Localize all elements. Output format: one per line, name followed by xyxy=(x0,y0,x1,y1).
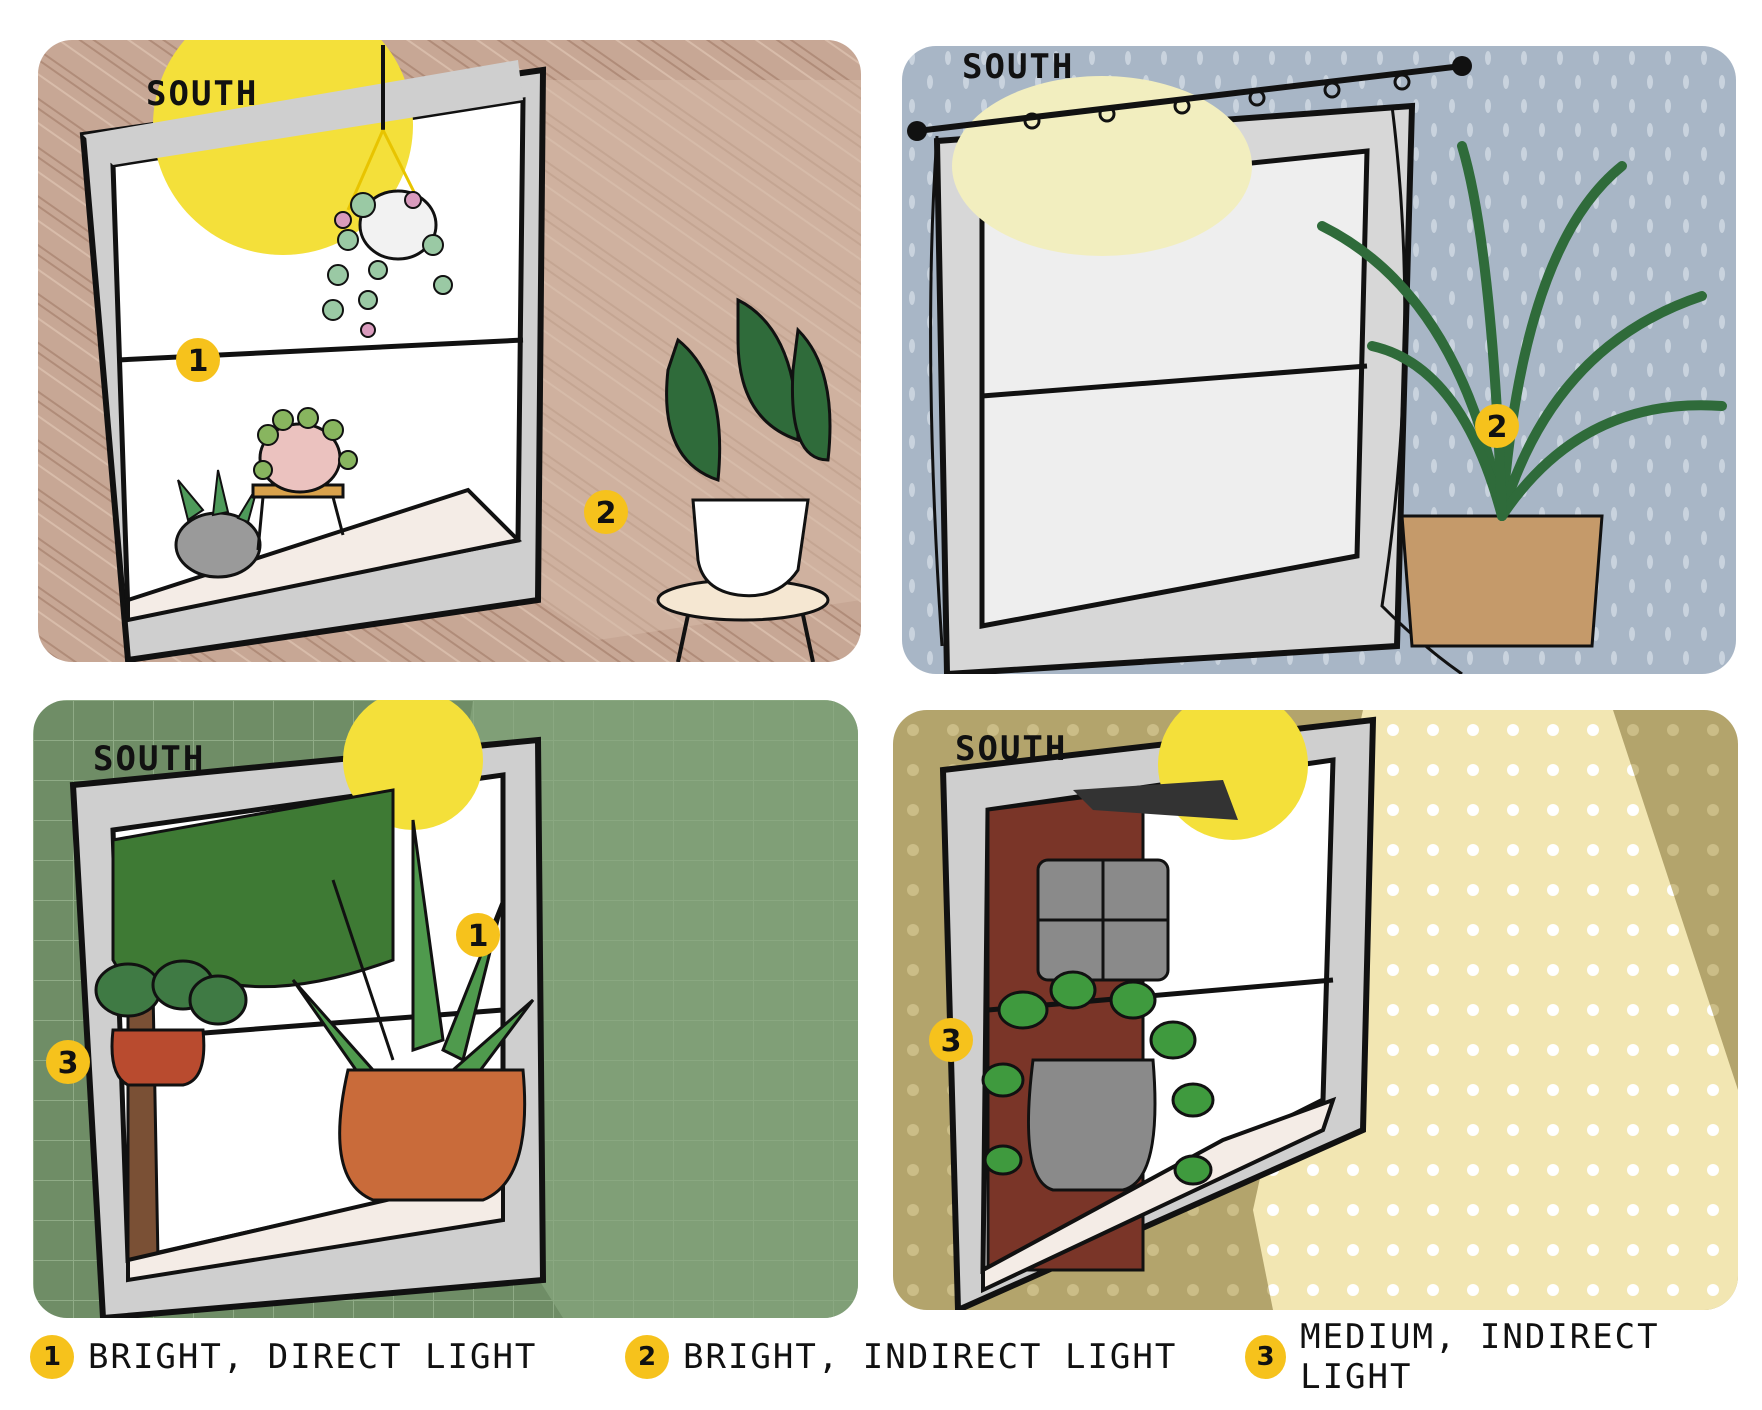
svg-text:2: 2 xyxy=(1487,410,1508,445)
svg-text:1: 1 xyxy=(468,919,489,954)
legend-badge: 3 xyxy=(1245,1335,1287,1379)
svg-text:1: 1 xyxy=(188,344,209,379)
legend-item-2: 2 BRIGHT, INDIRECT LIGHT xyxy=(625,1330,1177,1384)
palm-pot xyxy=(1400,514,1604,648)
panel-4-illustration: 3 SOUTH xyxy=(893,710,1738,1310)
small-pot xyxy=(110,1028,206,1087)
direction-label: SOUTH xyxy=(962,47,1074,87)
panel-medium-indirect: 3 SOUTH xyxy=(893,710,1738,1310)
legend-item-3: 3 MEDIUM, INDIRECT LIGHT xyxy=(1245,1317,1762,1397)
legend-badge: 1 xyxy=(30,1335,74,1379)
panel-panel-3: 1 3 SOUTH xyxy=(33,700,858,1318)
panel-3-illustration: 1 3 SOUTH xyxy=(33,700,858,1318)
panel-bright-indirect: 2 SOUTH xyxy=(902,46,1736,674)
direction-label: SOUTH xyxy=(93,739,205,779)
legend-item-1: 1 BRIGHT, DIRECT LIGHT xyxy=(30,1330,537,1384)
direction-label: SOUTH xyxy=(146,74,258,114)
svg-text:2: 2 xyxy=(596,496,617,531)
aloe-pot xyxy=(338,1068,527,1202)
legend-label: MEDIUM, INDIRECT LIGHT xyxy=(1300,1317,1660,1397)
svg-text:3: 3 xyxy=(941,1024,962,1059)
legend-badge: 2 xyxy=(625,1335,669,1379)
pothos-pot xyxy=(1027,1058,1157,1192)
panel-1-illustration: 1 2 SOUTH xyxy=(38,40,861,662)
panel-2-illustration: 2 SOUTH xyxy=(902,46,1736,674)
svg-text:3: 3 xyxy=(58,1046,79,1081)
direction-label: SOUTH xyxy=(955,729,1067,769)
legend-label: BRIGHT, DIRECT LIGHT xyxy=(88,1337,538,1377)
legend-label: BRIGHT, INDIRECT LIGHT xyxy=(683,1337,1178,1377)
panel-bright-direct: 1 2 SOUTH xyxy=(38,40,861,662)
